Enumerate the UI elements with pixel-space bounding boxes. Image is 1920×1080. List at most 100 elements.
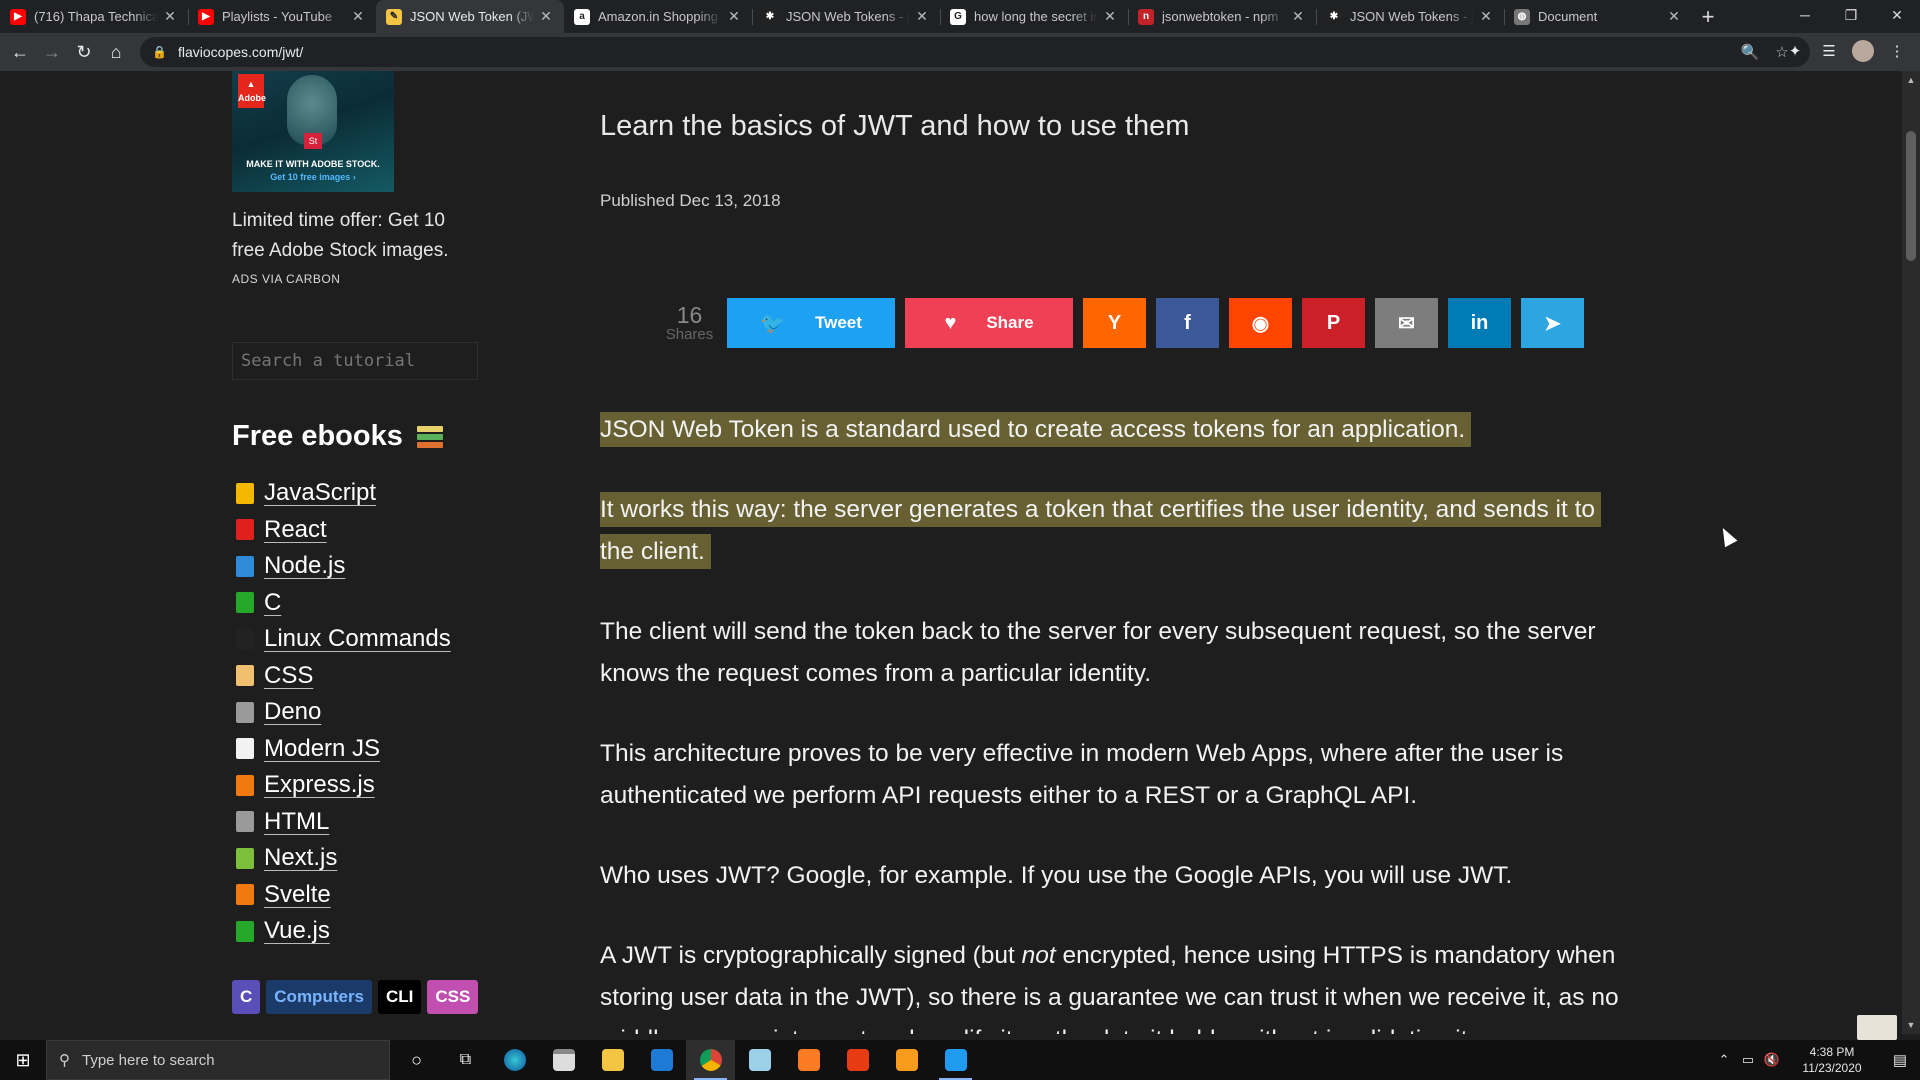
topic-tag[interactable]: C xyxy=(232,979,261,1014)
browser-tab[interactable]: ✎ JSON Web Token (JWT) ✕ xyxy=(376,0,564,33)
close-tab-icon[interactable]: ✕ xyxy=(350,8,366,25)
scrollbar-thumb[interactable] xyxy=(1906,131,1916,261)
browser-tab[interactable]: ▶ (716) Thapa Technical - ✕ xyxy=(0,0,188,33)
amazon-icon: a xyxy=(574,8,590,25)
minimize-icon[interactable]: ─ xyxy=(1782,0,1828,33)
close-tab-icon[interactable]: ✕ xyxy=(1102,8,1118,25)
browser-tab[interactable]: ✱ JSON Web Tokens - jwt ✕ xyxy=(1316,0,1504,33)
ebook-link[interactable]: Next.js xyxy=(264,844,337,872)
reload-icon[interactable]: ↻ xyxy=(68,36,100,68)
ebook-link[interactable]: CSS xyxy=(264,662,313,690)
media-control-icon[interactable]: ☰ xyxy=(1814,36,1844,66)
email-share-button[interactable]: ✉ xyxy=(1375,298,1438,348)
sidebar: ▲ Adobe St MAKE IT WITH ADOBE STOCK. Get … xyxy=(232,71,492,1014)
sublime-icon[interactable] xyxy=(882,1040,931,1080)
facebook-share-button[interactable]: f xyxy=(1156,298,1219,348)
task-view-icon[interactable]: ⧉ xyxy=(441,1040,490,1080)
vscode-icon[interactable] xyxy=(931,1040,980,1080)
topic-tag[interactable]: CSS xyxy=(427,979,479,1014)
ebook-link[interactable]: JavaScript xyxy=(264,479,376,507)
action-center-icon[interactable]: ▤ xyxy=(1880,1051,1920,1069)
lock-icon[interactable]: 🔒 xyxy=(152,45,168,59)
carbon-ad-image[interactable]: ▲ Adobe St MAKE IT WITH ADOBE STOCK. Get … xyxy=(232,71,394,192)
notepad-icon[interactable] xyxy=(735,1040,784,1080)
pinterest-icon: P xyxy=(1326,311,1341,334)
twitter-share-button[interactable]: 🐦 Tweet xyxy=(727,298,895,348)
floating-thumbnail[interactable] xyxy=(1857,1015,1897,1040)
ebook-link[interactable]: Linux Commands xyxy=(264,625,451,653)
address-bar[interactable]: 🔒 flaviocopes.com/jwt/ 🔍 ☆ xyxy=(140,37,1810,67)
browser-tab[interactable]: ▶ Playlists - YouTube ✕ xyxy=(188,0,376,33)
zoom-icon[interactable]: 🔍 xyxy=(1734,43,1766,61)
close-tab-icon[interactable]: ✕ xyxy=(1478,8,1494,25)
url-text[interactable]: flaviocopes.com/jwt/ xyxy=(178,44,1734,60)
taskbar-search-box[interactable]: ⚲ Type here to search xyxy=(46,1040,390,1080)
volume-muted-icon[interactable]: 🔇 xyxy=(1760,1052,1784,1068)
office-icon[interactable] xyxy=(833,1040,882,1080)
home-icon[interactable]: ⌂ xyxy=(100,36,132,68)
tutorial-search-input[interactable] xyxy=(232,342,478,380)
telegram-share-button[interactable]: ➤ xyxy=(1521,298,1584,348)
close-tab-icon[interactable]: ✕ xyxy=(1666,8,1682,25)
tray-chevron-icon[interactable]: ⌃ xyxy=(1712,1052,1736,1068)
ebook-link[interactable]: HTML xyxy=(264,808,329,836)
scroll-down-icon[interactable]: ▼ xyxy=(1902,1018,1920,1032)
network-icon[interactable]: ▭ xyxy=(1736,1052,1760,1068)
tab-title: Playlists - YouTube xyxy=(222,9,333,24)
clock[interactable]: 4:38 PM 11/23/2020 xyxy=(1792,1044,1872,1076)
book-icon xyxy=(236,555,254,577)
reddit-share-button[interactable]: ◉ xyxy=(1229,298,1292,348)
windows-start-icon[interactable]: ⊞ xyxy=(0,1040,46,1080)
close-tab-icon[interactable]: ✕ xyxy=(162,8,178,25)
ebook-link[interactable]: Svelte xyxy=(264,881,331,909)
store-icon[interactable] xyxy=(539,1040,588,1080)
forward-icon[interactable]: → xyxy=(36,36,68,68)
ebook-item: React xyxy=(232,512,492,549)
pocket-share-button[interactable]: ♥ Share xyxy=(905,298,1073,348)
close-tab-icon[interactable]: ✕ xyxy=(914,8,930,25)
browser-tab[interactable]: a Amazon.in Shopping C ✕ xyxy=(564,0,752,33)
scroll-up-icon[interactable]: ▲ xyxy=(1902,73,1920,87)
restore-icon[interactable]: ❐ xyxy=(1828,0,1874,33)
page-scrollbar[interactable]: ▲ ▼ xyxy=(1902,71,1920,1034)
profile-avatar[interactable] xyxy=(1848,36,1878,66)
ebook-link[interactable]: Modern JS xyxy=(264,735,380,763)
xampp-icon[interactable] xyxy=(784,1040,833,1080)
pinterest-share-button[interactable]: P xyxy=(1302,298,1365,348)
ad-text-link[interactable]: Limited time offer: Get 10 free Adobe St… xyxy=(232,206,472,266)
tab-title: Amazon.in Shopping C xyxy=(598,9,722,24)
tab-title: JSON Web Token (JWT) xyxy=(410,9,534,24)
ads-via-carbon-link[interactable]: ADS VIA CARBON xyxy=(232,272,492,286)
browser-tab[interactable]: ◍ Document ✕ xyxy=(1504,0,1692,33)
hackernews-share-button[interactable]: Y xyxy=(1083,298,1146,348)
menu-icon[interactable]: ⋮ xyxy=(1882,36,1912,66)
topic-tag[interactable]: CLI xyxy=(378,979,422,1014)
back-icon[interactable]: ← xyxy=(4,36,36,68)
close-window-icon[interactable]: ✕ xyxy=(1874,0,1920,33)
tab-title: Document xyxy=(1538,9,1598,24)
extensions-icon[interactable]: ✦ xyxy=(1780,36,1810,66)
browser-tab[interactable]: Ghow long the secret in ✕ xyxy=(940,0,1128,33)
close-tab-icon[interactable]: ✕ xyxy=(538,8,554,25)
free-ebooks-heading: Free ebooks xyxy=(232,420,492,453)
cortana-icon[interactable]: ○ xyxy=(392,1040,441,1080)
ebook-link[interactable]: Express.js xyxy=(264,771,375,799)
mail-icon[interactable] xyxy=(637,1040,686,1080)
ebook-link[interactable]: React xyxy=(264,516,327,544)
browser-tab[interactable]: ✱ JSON Web Tokens - jwt ✕ xyxy=(752,0,940,33)
new-tab-button[interactable]: + xyxy=(1692,0,1724,33)
file-explorer-icon[interactable] xyxy=(588,1040,637,1080)
linkedin-share-button[interactable]: in xyxy=(1448,298,1511,348)
ebook-link[interactable]: Vue.js xyxy=(264,917,330,945)
ebook-link[interactable]: C xyxy=(264,589,281,617)
chrome-icon[interactable] xyxy=(686,1040,735,1080)
browser-tab[interactable]: n jsonwebtoken - npm ✕ xyxy=(1128,0,1316,33)
ebook-link[interactable]: Node.js xyxy=(264,552,345,580)
topic-tag[interactable]: Computers xyxy=(266,979,373,1014)
edge-icon[interactable] xyxy=(490,1040,539,1080)
email-icon: ✉ xyxy=(1398,312,1415,335)
close-tab-icon[interactable]: ✕ xyxy=(1290,8,1306,25)
taskbar-apps: ○ ⧉ xyxy=(392,1040,980,1080)
close-tab-icon[interactable]: ✕ xyxy=(726,8,742,25)
ebook-link[interactable]: Deno xyxy=(264,698,321,726)
